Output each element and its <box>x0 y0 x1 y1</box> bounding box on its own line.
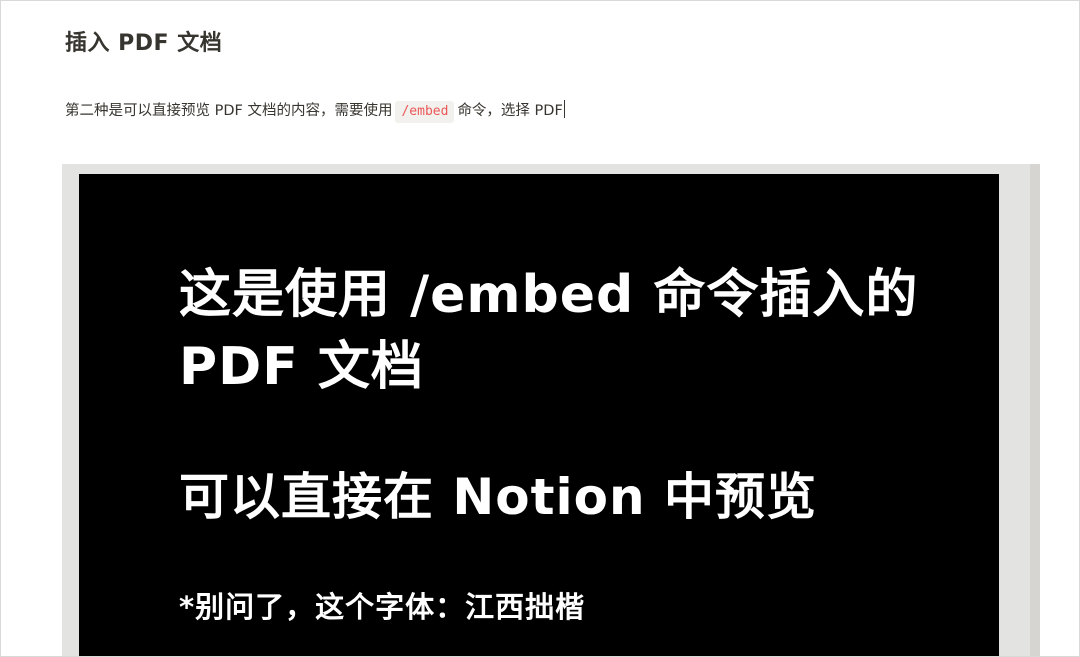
pdf-embed-block[interactable]: 这是使用 /embed 命令插入的 PDF 文档 可以直接在 Notion 中预… <box>62 164 1040 656</box>
embed-scrollbar[interactable] <box>1030 164 1040 656</box>
section-heading[interactable]: 插入 PDF 文档 <box>65 25 222 57</box>
pdf-title-line-1: 这是使用 /embed 命令插入的 <box>179 265 919 325</box>
paragraph-text-tail: 命令，选择 PDF <box>457 103 563 119</box>
pdf-footnote-line: *别问了，这个字体：江西拙楷 <box>179 590 586 624</box>
paragraph-text: 第二种是可以直接预览 PDF 文档的内容，需要使用 <box>65 103 393 119</box>
paragraph-block[interactable]: 第二种是可以直接预览 PDF 文档的内容，需要使用/embed 命令，选择 PDF <box>65 99 565 123</box>
document-page: 插入 PDF 文档 第二种是可以直接预览 PDF 文档的内容，需要使用/embe… <box>0 0 1080 657</box>
text-cursor <box>563 100 565 118</box>
inline-code-embed: /embed <box>395 101 455 123</box>
pdf-title-line-2: PDF 文档 <box>179 337 424 397</box>
pdf-page-preview: 这是使用 /embed 命令插入的 PDF 文档 可以直接在 Notion 中预… <box>79 174 999 656</box>
pdf-subtitle-line: 可以直接在 Notion 中预览 <box>179 468 817 526</box>
